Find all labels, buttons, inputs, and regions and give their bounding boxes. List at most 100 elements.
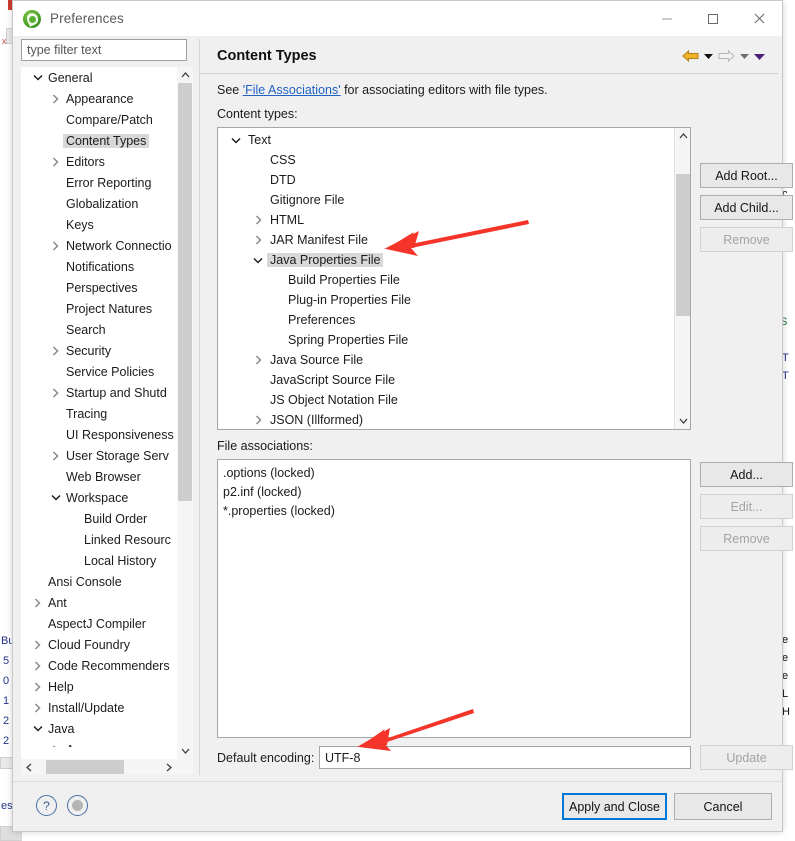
edit-association-button[interactable]: Edit... — [700, 494, 793, 519]
sidebar-item-editors[interactable]: Editors — [21, 151, 177, 172]
add-association-button[interactable]: Add... — [700, 462, 793, 487]
content-type-item-js-object-notation-file[interactable]: JS Object Notation File — [218, 390, 673, 410]
sidebar-item-search[interactable]: Search — [21, 319, 177, 340]
scroll-up-icon[interactable] — [675, 128, 690, 144]
add-root-button[interactable]: Add Root... — [700, 163, 793, 188]
apply-and-close-button[interactable]: Apply and Close — [562, 793, 667, 820]
chevron-down-icon[interactable] — [30, 74, 45, 81]
help-icon[interactable]: ? — [36, 795, 57, 816]
scrollbar-thumb[interactable] — [676, 174, 690, 316]
sidebar-item-appearance[interactable]: Appearance — [21, 88, 177, 109]
minimize-icon[interactable] — [644, 1, 690, 36]
file-association-item[interactable]: .options (locked) — [218, 463, 690, 482]
chevron-right-icon[interactable] — [48, 387, 63, 398]
navigation-vertical-scrollbar[interactable] — [177, 67, 193, 759]
remove-content-type-button[interactable]: Remove — [700, 227, 793, 252]
sidebar-item-linked-resourc[interactable]: Linked Resourc — [21, 529, 177, 550]
content-type-item-css[interactable]: CSS — [218, 150, 673, 170]
chevron-right-icon[interactable] — [249, 215, 267, 225]
content-type-item-plug-in-properties-file[interactable]: Plug-in Properties File — [218, 290, 673, 310]
sidebar-item-perspectives[interactable]: Perspectives — [21, 277, 177, 298]
sidebar-item-ansi-console[interactable]: Ansi Console — [21, 571, 177, 592]
sidebar-item-code-recommenders[interactable]: Code Recommenders — [21, 655, 177, 676]
sidebar-item-globalization[interactable]: Globalization — [21, 193, 177, 214]
back-arrow-icon[interactable] — [680, 45, 700, 67]
file-associations-list[interactable]: .options (locked) p2.inf (locked) *.proper… — [217, 459, 691, 738]
navigation-tree[interactable]: General Appearance Compare/Patch Content Ty… — [21, 67, 193, 775]
chevron-down-icon[interactable] — [249, 257, 267, 264]
add-child-button[interactable]: Add Child... — [700, 195, 793, 220]
sidebar-item-startup-and-shutd[interactable]: Startup and Shutd — [21, 382, 177, 403]
remove-association-button[interactable]: Remove — [700, 526, 793, 551]
file-associations-link[interactable]: 'File Associations' — [243, 83, 341, 97]
sidebar-item-security[interactable]: Security — [21, 340, 177, 361]
sidebar-item-tracing[interactable]: Tracing — [21, 403, 177, 424]
content-type-item-text[interactable]: Text — [218, 130, 673, 150]
back-history-chevron-down-icon[interactable] — [701, 45, 715, 67]
content-types-vertical-scrollbar[interactable] — [674, 128, 690, 429]
chevron-right-icon[interactable] — [48, 93, 63, 104]
sidebar-item-help[interactable]: Help — [21, 676, 177, 697]
sidebar-item-keys[interactable]: Keys — [21, 214, 177, 235]
sidebar-item-aspectj-compiler[interactable]: AspectJ Compiler — [21, 613, 177, 634]
filter-input[interactable] — [21, 39, 187, 61]
sidebar-item-service-policies[interactable]: Service Policies — [21, 361, 177, 382]
forward-history-chevron-down-icon[interactable] — [737, 45, 751, 67]
scrollbar-thumb[interactable] — [46, 760, 124, 774]
sidebar-item-java[interactable]: Java — [21, 718, 177, 739]
file-association-item[interactable]: p2.inf (locked) — [218, 482, 690, 501]
update-encoding-button[interactable]: Update — [700, 745, 793, 770]
sidebar-item-cloud-foundry[interactable]: Cloud Foundry — [21, 634, 177, 655]
default-encoding-input[interactable] — [319, 746, 691, 769]
content-types-tree[interactable]: Text CSS DTD Gitignore File HTML JAR Manifest… — [217, 127, 691, 430]
sidebar-item-appearance[interactable]: Appearance — [21, 739, 177, 747]
scrollbar-thumb[interactable] — [178, 83, 192, 501]
content-type-item-java-source-file[interactable]: Java Source File — [218, 350, 673, 370]
sidebar-item-local-history[interactable]: Local History — [21, 550, 177, 571]
content-type-item-html[interactable]: HTML — [218, 210, 673, 230]
content-type-item-build-properties-file[interactable]: Build Properties File — [218, 270, 673, 290]
chevron-right-icon[interactable] — [249, 235, 267, 245]
sidebar-item-compare-patch[interactable]: Compare/Patch — [21, 109, 177, 130]
sidebar-item-ui-responsiveness[interactable]: UI Responsiveness — [21, 424, 177, 445]
maximize-icon[interactable] — [690, 1, 736, 36]
file-association-item[interactable]: *.properties (locked) — [218, 501, 690, 520]
sidebar-item-content-types[interactable]: Content Types — [21, 130, 177, 151]
content-type-item-jar-manifest-file[interactable]: JAR Manifest File — [218, 230, 673, 250]
scroll-left-icon[interactable] — [21, 759, 37, 775]
chevron-right-icon[interactable] — [48, 240, 63, 251]
navigation-horizontal-scrollbar[interactable] — [21, 759, 193, 775]
chevron-right-icon[interactable] — [249, 415, 267, 425]
sidebar-item-build-order[interactable]: Build Order — [21, 508, 177, 529]
content-type-item-preferences[interactable]: Preferences — [218, 310, 673, 330]
chevron-right-icon[interactable] — [48, 156, 63, 167]
view-menu-icon[interactable] — [752, 45, 766, 67]
content-type-item-javascript-source-file[interactable]: JavaScript Source File — [218, 370, 673, 390]
sidebar-item-project-natures[interactable]: Project Natures — [21, 298, 177, 319]
chevron-right-icon[interactable] — [30, 702, 45, 713]
restore-defaults-icon[interactable] — [67, 795, 88, 816]
sidebar-item-ant[interactable]: Ant — [21, 592, 177, 613]
content-type-item-json-illformed[interactable]: JSON (Illformed) — [218, 410, 673, 429]
content-type-item-gitignore-file[interactable]: Gitignore File — [218, 190, 673, 210]
chevron-right-icon[interactable] — [30, 660, 45, 671]
close-icon[interactable] — [736, 1, 782, 36]
cancel-button[interactable]: Cancel — [674, 793, 772, 820]
scroll-down-icon[interactable] — [675, 413, 690, 429]
sidebar-item-error-reporting[interactable]: Error Reporting — [21, 172, 177, 193]
content-type-item-spring-properties-file[interactable]: Spring Properties File — [218, 330, 673, 350]
scroll-up-icon[interactable] — [177, 67, 193, 83]
content-type-item-java-properties-file[interactable]: Java Properties File — [218, 250, 673, 270]
chevron-right-icon[interactable] — [30, 597, 45, 608]
sidebar-item-web-browser[interactable]: Web Browser — [21, 466, 177, 487]
chevron-right-icon[interactable] — [30, 681, 45, 692]
scroll-down-icon[interactable] — [177, 743, 193, 759]
chevron-right-icon[interactable] — [48, 744, 63, 747]
content-type-item-dtd[interactable]: DTD — [218, 170, 673, 190]
chevron-right-icon[interactable] — [30, 639, 45, 650]
chevron-right-icon[interactable] — [249, 355, 267, 365]
sidebar-item-user-storage-serv[interactable]: User Storage Serv — [21, 445, 177, 466]
chevron-right-icon[interactable] — [48, 345, 63, 356]
chevron-down-icon[interactable] — [227, 137, 245, 144]
forward-arrow-icon[interactable] — [716, 45, 736, 67]
